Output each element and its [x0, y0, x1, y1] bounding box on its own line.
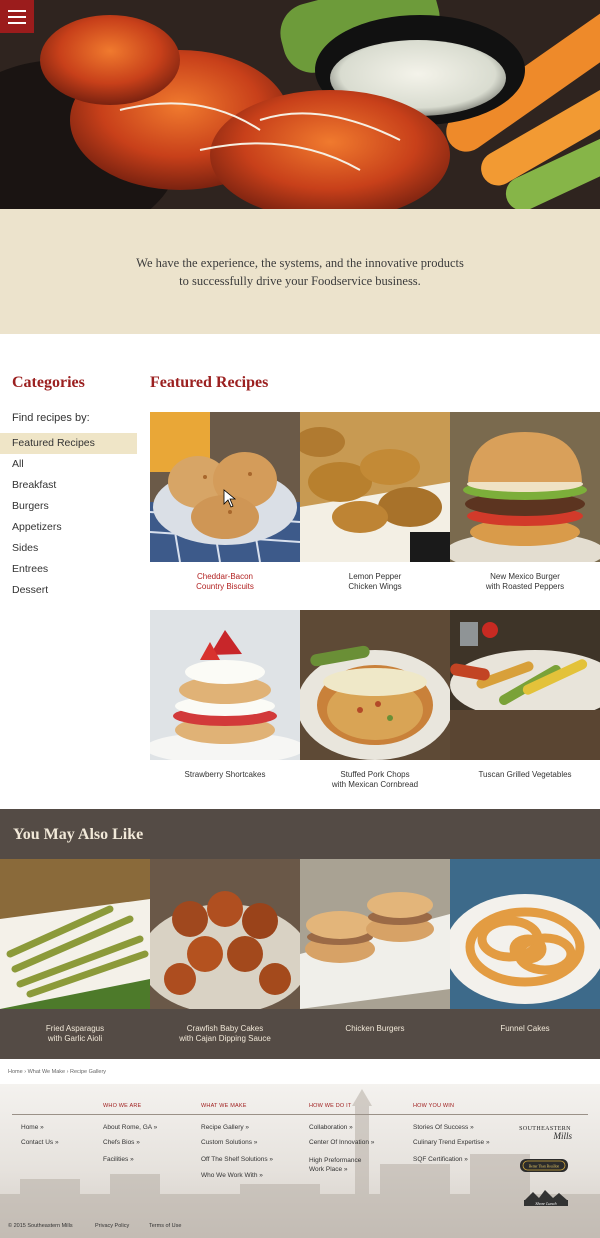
- footer-link-about-rome[interactable]: About Rome, GA »: [103, 1124, 157, 1131]
- recipe-image: [150, 610, 300, 760]
- southeastern-mills-logo[interactable]: SOUTHEASTERN Mills: [514, 1126, 576, 1141]
- footer-link-high-performance[interactable]: High Preformance Work Place »: [309, 1156, 361, 1174]
- recipe-caption: Funnel Cakes: [500, 1024, 550, 1033]
- footer-link-chefs-bios[interactable]: Chefs Bios »: [103, 1139, 140, 1146]
- footer-link-sqf-certification[interactable]: SQF Certification »: [413, 1156, 468, 1163]
- recipe-image: [0, 859, 150, 1009]
- footer-link-center-of-innovation[interactable]: Center Of Innovation »: [309, 1139, 374, 1146]
- footer-privacy-policy-link[interactable]: Privacy Policy: [95, 1223, 129, 1229]
- logo-badge-text: Better Than Bouillon: [529, 1165, 560, 1169]
- category-all[interactable]: All: [0, 454, 137, 475]
- category-breakfast[interactable]: Breakfast: [0, 475, 137, 496]
- category-burgers[interactable]: Burgers: [0, 496, 137, 517]
- also-like-funnel-cakes[interactable]: Funnel Cakes: [450, 859, 600, 1034]
- category-entrees[interactable]: Entrees: [0, 559, 137, 580]
- footer-link-facilities[interactable]: Facilities »: [103, 1156, 134, 1163]
- footer-link-recipe-gallery[interactable]: Recipe Gallery »: [201, 1124, 249, 1131]
- footer-link-stories-of-success[interactable]: Stories Of Success »: [413, 1124, 474, 1131]
- logo-brand-line-2: Mills: [553, 1131, 572, 1141]
- footer-copyright: © 2015 Southeastern Mills: [8, 1223, 73, 1229]
- footer-heading-what-we-make: WHAT WE MAKE: [201, 1103, 247, 1109]
- footer-link-home[interactable]: Home »: [21, 1124, 44, 1131]
- recipe-caption: Strawberry Shortcakes: [184, 770, 266, 779]
- category-sides[interactable]: Sides: [0, 538, 137, 559]
- footer-link-off-the-shelf[interactable]: Off The Shelf Solutions »: [201, 1156, 273, 1163]
- hero-banner: [0, 0, 600, 209]
- recipe-card-cheddar-bacon-biscuits[interactable]: Cheddar-Bacon Country Biscuits: [150, 412, 300, 592]
- breadcrumb-separator: ›: [66, 1069, 69, 1075]
- footer-link-contact-us[interactable]: Contact Us »: [21, 1139, 59, 1146]
- recipe-card-lemon-pepper-wings[interactable]: Lemon Pepper Chicken Wings: [300, 412, 450, 592]
- better-than-bouillon-logo[interactable]: Better Than Bouillon: [519, 1158, 569, 1173]
- recipe-image: [450, 610, 600, 760]
- breadcrumb-recipe-gallery[interactable]: Recipe Gallery: [70, 1069, 106, 1075]
- recipe-caption: Crawfish Baby Cakes with Cajan Dipping S…: [179, 1024, 271, 1043]
- featured-recipes-heading: Featured Recipes: [150, 374, 269, 391]
- recipe-caption: Tuscan Grilled Vegetables: [478, 770, 572, 779]
- footer-heading-who-we-are: WHO WE ARE: [103, 1103, 142, 1109]
- tagline-band: We have the experience, the systems, and…: [0, 209, 600, 334]
- recipe-caption: New Mexico Burger with Roasted Peppers: [485, 572, 565, 591]
- also-like-fried-asparagus[interactable]: Fried Asparagus with Garlic Aioli: [0, 859, 150, 1044]
- footer-town-silhouette: [0, 1089, 600, 1238]
- recipe-image: [150, 412, 300, 562]
- recipe-card-new-mexico-burger[interactable]: New Mexico Burger with Roasted Peppers: [450, 412, 600, 592]
- recipe-image: [450, 412, 600, 562]
- recipe-caption: Fried Asparagus with Garlic Aioli: [45, 1024, 105, 1043]
- also-like-chicken-burgers[interactable]: Chicken Burgers: [300, 859, 450, 1034]
- breadcrumb-what-we-make[interactable]: What We Make: [28, 1069, 66, 1075]
- footer-link-collaboration[interactable]: Collaboration »: [309, 1124, 353, 1131]
- shore-lunch-logo[interactable]: Shore Lunch: [521, 1188, 571, 1208]
- tagline-line-1: We have the experience, the systems, and…: [136, 255, 464, 270]
- breadcrumb-home[interactable]: Home: [8, 1069, 23, 1075]
- recipe-image: [150, 859, 300, 1009]
- also-like-crawfish-baby-cakes[interactable]: Crawfish Baby Cakes with Cajan Dipping S…: [150, 859, 300, 1044]
- footer-divider: [12, 1114, 588, 1115]
- footer-link-who-we-work-with[interactable]: Who We Work With »: [201, 1172, 263, 1179]
- recipe-image: [300, 412, 450, 562]
- hamburger-menu-icon[interactable]: [0, 0, 34, 33]
- recipe-caption: Chicken Burgers: [345, 1024, 405, 1033]
- tagline-line-2: to successfully drive your Foodservice b…: [179, 273, 421, 288]
- recipe-caption: Cheddar-Bacon Country Biscuits: [196, 572, 254, 591]
- find-recipes-label: Find recipes by:: [12, 412, 90, 424]
- category-list: Featured Recipes All Breakfast Burgers A…: [0, 433, 137, 601]
- recipe-image: [300, 859, 450, 1009]
- breadcrumb-separator: ›: [24, 1069, 27, 1075]
- category-dessert[interactable]: Dessert: [0, 580, 137, 601]
- footer-heading-how-you-win: HOW YOU WIN: [413, 1103, 455, 1109]
- hero-food-image: [0, 0, 600, 209]
- footer-terms-link[interactable]: Terms of Use: [149, 1223, 181, 1229]
- category-appetizers[interactable]: Appetizers: [0, 517, 137, 538]
- footer-heading-how-we-do-it: HOW WE DO IT: [309, 1103, 352, 1109]
- footer-link-custom-solutions[interactable]: Custom Solutions »: [201, 1139, 257, 1146]
- categories-heading: Categories: [12, 374, 85, 391]
- recipe-caption: Lemon Pepper Chicken Wings: [348, 572, 402, 591]
- recipe-image: [300, 610, 450, 760]
- recipe-image: [450, 859, 600, 1009]
- footer-link-culinary-trend[interactable]: Culinary Trend Expertise »: [413, 1139, 490, 1146]
- logo-shore-text: Shore Lunch: [535, 1201, 556, 1206]
- category-featured-recipes[interactable]: Featured Recipes: [0, 433, 137, 454]
- site-footer: [0, 1084, 600, 1238]
- recipe-card-strawberry-shortcakes[interactable]: Strawberry Shortcakes: [150, 610, 300, 780]
- recipe-caption: Stuffed Pork Chops with Mexican Cornbrea…: [331, 770, 419, 789]
- recipe-card-stuffed-pork-chops[interactable]: Stuffed Pork Chops with Mexican Cornbrea…: [300, 610, 450, 790]
- breadcrumb: Home › What We Make › Recipe Gallery: [8, 1069, 106, 1075]
- recipe-card-tuscan-grilled-vegetables[interactable]: Tuscan Grilled Vegetables: [450, 610, 600, 780]
- you-may-also-like-heading: You May Also Like: [13, 826, 144, 843]
